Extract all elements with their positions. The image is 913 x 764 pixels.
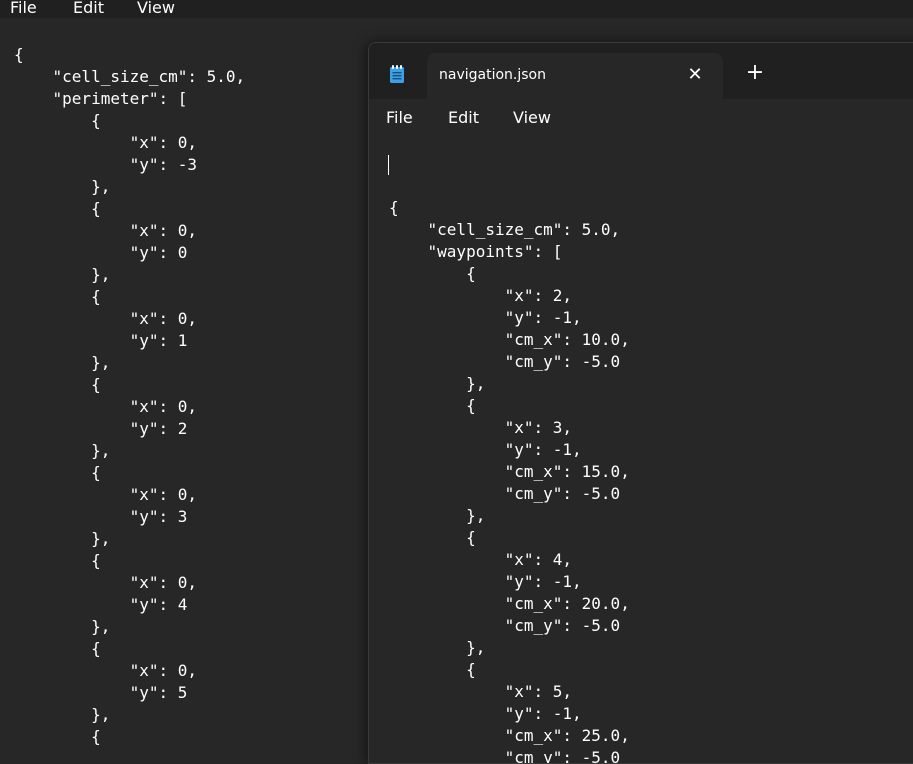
code-line: }, bbox=[14, 441, 111, 460]
code-line: "y": 2 bbox=[14, 419, 188, 438]
title-bar[interactable]: navigation.json ✕ + bbox=[369, 43, 913, 99]
code-line: "cm_x": 20.0, bbox=[389, 594, 630, 613]
menu-file[interactable]: File bbox=[386, 108, 413, 127]
notepad-window: navigation.json ✕ + File Edit View { "ce… bbox=[368, 42, 913, 764]
code-line: "x": 0, bbox=[14, 485, 198, 504]
code-line: { bbox=[14, 551, 101, 570]
code-line: "y": -1, bbox=[389, 308, 582, 327]
code-line: "x": 0, bbox=[14, 397, 198, 416]
code-line: "y": -3 bbox=[14, 155, 198, 174]
code-line: "cell_size_cm": 5.0, bbox=[389, 220, 621, 239]
code-line: }, bbox=[389, 374, 486, 393]
code-line: { bbox=[14, 463, 101, 482]
code-line: { bbox=[14, 199, 101, 218]
background-menu-bar: File Edit View bbox=[0, 0, 913, 18]
bg-menu-edit[interactable]: Edit bbox=[73, 0, 104, 17]
code-line: "x": 3, bbox=[389, 418, 573, 437]
close-icon[interactable]: ✕ bbox=[685, 65, 705, 85]
code-line: "cm_x": 15.0, bbox=[389, 462, 630, 481]
code-line: }, bbox=[389, 506, 486, 525]
bg-menu-view[interactable]: View bbox=[137, 0, 175, 17]
code-line: { bbox=[14, 727, 101, 746]
code-line: "x": 0, bbox=[14, 221, 198, 240]
code-line: "cell_size_cm": 5.0, bbox=[14, 67, 246, 86]
code-line: }, bbox=[14, 177, 111, 196]
code-line: }, bbox=[14, 705, 111, 724]
code-line: { bbox=[389, 660, 476, 679]
code-line: { bbox=[389, 396, 476, 415]
code-line: { bbox=[14, 111, 101, 130]
code-line: }, bbox=[389, 638, 486, 657]
code-line: "y": -1, bbox=[389, 440, 582, 459]
code-line: "waypoints": [ bbox=[389, 242, 563, 261]
code-line: { bbox=[14, 639, 101, 658]
code-line: "y": -1, bbox=[389, 704, 582, 723]
code-line: }, bbox=[14, 617, 111, 636]
code-line: "x": 0, bbox=[14, 573, 198, 592]
notepad-icon bbox=[390, 65, 404, 83]
code-line: { bbox=[389, 264, 476, 283]
code-line: }, bbox=[14, 265, 111, 284]
code-line: "y": 4 bbox=[14, 595, 188, 614]
code-line: { bbox=[14, 375, 101, 394]
code-line: { bbox=[389, 198, 399, 217]
tab-navigation-json[interactable]: navigation.json ✕ bbox=[427, 53, 723, 99]
code-line: "x": 5, bbox=[389, 682, 573, 701]
code-line: "x": 0, bbox=[14, 133, 198, 152]
code-line: "cm_y": -5.0 bbox=[389, 748, 621, 764]
code-line: { bbox=[14, 287, 101, 306]
code-line: "cm_y": -5.0 bbox=[389, 616, 621, 635]
code-line: { bbox=[14, 45, 24, 64]
menu-bar: File Edit View bbox=[369, 99, 913, 135]
code-line: "y": 0 bbox=[14, 243, 188, 262]
code-line: }, bbox=[14, 529, 111, 548]
plus-icon[interactable]: + bbox=[745, 62, 765, 84]
code-line: "y": -1, bbox=[389, 572, 582, 591]
menu-edit[interactable]: Edit bbox=[448, 108, 479, 127]
text-editor[interactable]: { "cell_size_cm": 5.0, "waypoints": [ { … bbox=[369, 135, 913, 763]
tab-title: navigation.json bbox=[439, 67, 546, 83]
code-line: "x": 0, bbox=[14, 661, 198, 680]
code-line: "y": 5 bbox=[14, 683, 188, 702]
code-line: { bbox=[389, 528, 476, 547]
code-line: "y": 1 bbox=[14, 331, 188, 350]
code-line: "y": 3 bbox=[14, 507, 188, 526]
text-caret bbox=[388, 155, 389, 175]
code-line: }, bbox=[14, 353, 111, 372]
code-line: "perimeter": [ bbox=[14, 89, 188, 108]
code-line: "x": 4, bbox=[389, 550, 573, 569]
menu-view[interactable]: View bbox=[513, 108, 551, 127]
code-line: "x": 0, bbox=[14, 309, 198, 328]
code-line: "cm_x": 10.0, bbox=[389, 330, 630, 349]
bg-menu-file[interactable]: File bbox=[10, 0, 37, 17]
code-line: "cm_y": -5.0 bbox=[389, 352, 621, 371]
code-line: "cm_y": -5.0 bbox=[389, 484, 621, 503]
code-line: "x": 2, bbox=[389, 286, 573, 305]
